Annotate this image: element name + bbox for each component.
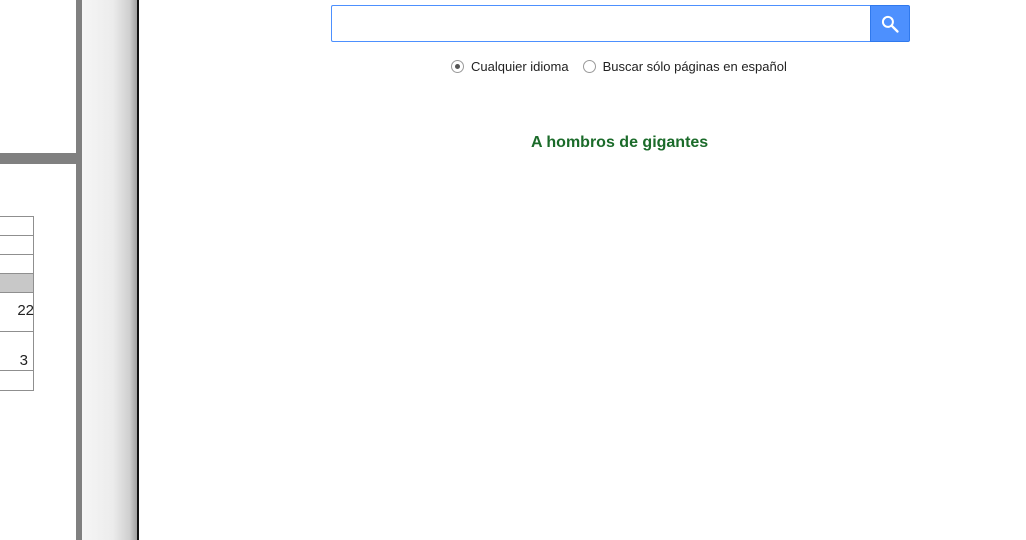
tagline: A hombros de gigantes: [531, 134, 709, 151]
table-row: [0, 371, 33, 390]
table-row: [0, 217, 33, 236]
background-table: 22 3: [0, 216, 34, 391]
search-icon: [881, 15, 899, 33]
radio-label-spanish-only: Buscar sólo páginas en español: [602, 58, 787, 74]
table-row: [0, 236, 33, 255]
screen: 22 3 Cualquier idioma Buscar sólo página…: [0, 0, 1026, 540]
radio-button-unchecked[interactable]: [582, 59, 596, 73]
search-panel: Cualquier idioma Buscar sólo páginas en …: [137, 0, 1026, 540]
radio-spanish-only[interactable]: Buscar sólo páginas en español: [582, 58, 787, 74]
table-row: 22: [0, 293, 34, 332]
table-cell: 3: [19, 352, 28, 369]
table-cell: 22: [17, 302, 34, 319]
search-button[interactable]: [870, 5, 910, 42]
search-input[interactable]: [331, 5, 871, 42]
table-row: 3: [0, 332, 33, 371]
language-options: Cualquier idioma Buscar sólo páginas en …: [451, 57, 787, 75]
radio-any-language[interactable]: Cualquier idioma: [451, 59, 569, 74]
radio-button-checked[interactable]: [451, 59, 464, 73]
radio-label-any-language: Cualquier idioma: [471, 58, 569, 74]
table-header-row: [0, 274, 33, 293]
table-row: [0, 255, 33, 274]
panel-shadow: [82, 0, 138, 540]
background-page: 22 3: [0, 0, 82, 540]
frame-divider-horizontal: [0, 153, 82, 164]
